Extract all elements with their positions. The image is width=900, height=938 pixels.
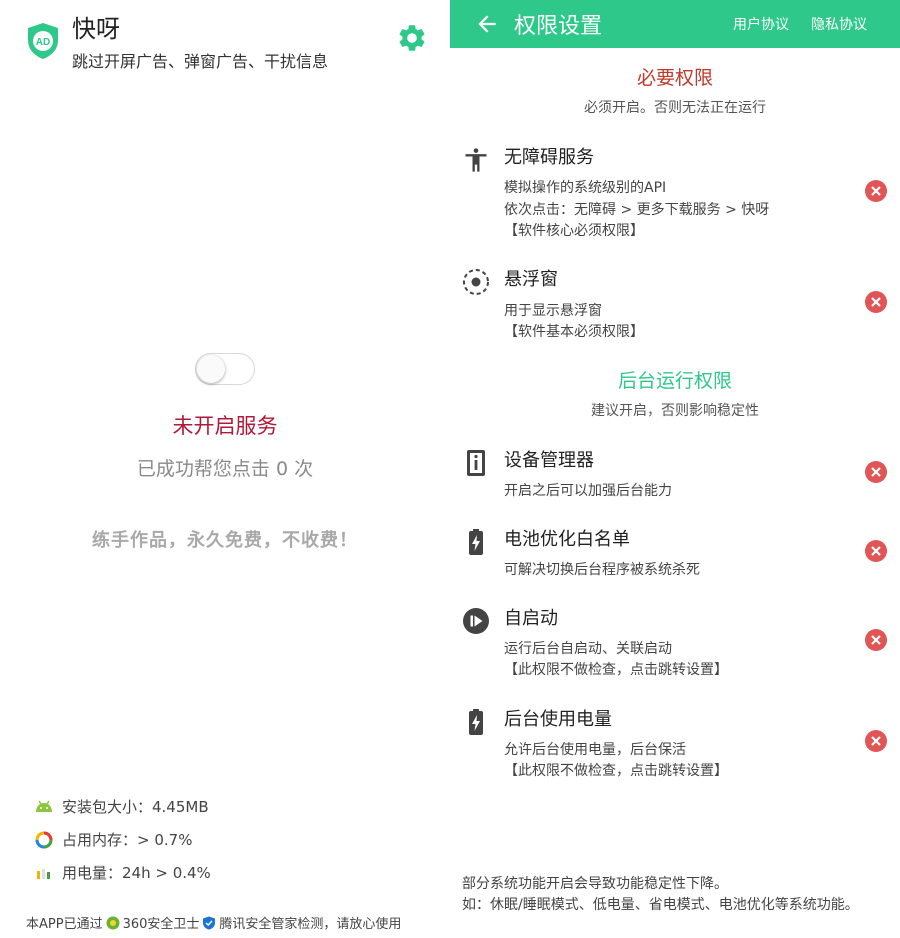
- battery-bars-icon: [37, 868, 50, 879]
- status-error-icon[interactable]: [864, 539, 888, 563]
- permission-desc: 用于显示悬浮窗: [504, 303, 602, 319]
- permission-title: 自启动: [504, 608, 558, 629]
- footer-vendor-2: 腾讯安全管家检测，请放心使用: [219, 917, 402, 932]
- status-error-icon[interactable]: [864, 179, 888, 203]
- slogan: 练手作品，永久免费，不收费！: [92, 530, 358, 551]
- required-section-subtitle: 必须开启。否则无法正在运行: [584, 100, 766, 116]
- app-stats: 安装包大小：4.45MB 占用内存：> 0.7% 用电量：24h > 0.4%: [34, 790, 211, 889]
- required-section-title: 必要权限: [636, 67, 713, 89]
- stat-text: 占用内存：> 0.7%: [62, 831, 193, 849]
- stat-text: 用电量：24h > 0.4%: [62, 864, 211, 882]
- toggle-knob: [197, 355, 225, 383]
- permission-desc: 【此权限不做检查，点击跳转设置】: [504, 763, 728, 779]
- battery-charging-icon: [469, 529, 483, 555]
- background-section-subtitle: 建议开启，否则影响稳定性: [591, 403, 759, 419]
- permission-desc: 依次点击：无障碍 > 更多下载服务 > 快呀: [504, 202, 770, 218]
- floating-window-icon: [463, 269, 489, 295]
- app-description: 跳过开屏广告、弹窗广告、干扰信息: [72, 52, 329, 71]
- memory-ring-icon: [35, 831, 53, 848]
- page-title: 权限设置: [514, 14, 603, 39]
- main-screen: AD 快呀 跳过开屏广告、弹窗广告、干扰信息 未开启服务 已成功帮您点击 0 次…: [0, 0, 450, 938]
- permission-desc: 【软件核心必须权限】: [504, 223, 644, 239]
- note-line: 如：休眠/睡眠模式、低电量、省电模式、电池优化等系统功能。: [462, 897, 859, 913]
- permission-desc: 开启之后可以加强后台能力: [504, 483, 672, 499]
- android-icon: [36, 800, 52, 812]
- 360-security-icon: [106, 916, 120, 929]
- permission-device-admin[interactable]: 设备管理器 开启之后可以加强后台能力: [450, 446, 900, 501]
- user-agreement-link[interactable]: 用户协议: [733, 14, 789, 34]
- permission-background-power[interactable]: 后台使用电量 允许后台使用电量，后台保活 【此权限不做检查，点击跳转设置】: [450, 705, 900, 780]
- permission-desc: 【此权限不做检查，点击跳转设置】: [504, 662, 728, 678]
- autostart-icon: [463, 608, 489, 634]
- permission-desc: 模拟操作的系统级别的API: [504, 180, 667, 196]
- status-error-icon[interactable]: [864, 460, 888, 484]
- stat-text: 安装包大小：4.45MB: [62, 798, 209, 816]
- stat-install-size: 安装包大小：4.45MB: [34, 790, 211, 823]
- note-line: 部分系统功能开启会导致功能稳定性下降。: [462, 876, 728, 892]
- footer-prefix: 本APP已通过: [26, 917, 103, 932]
- svg-text:AD: AD: [36, 37, 50, 48]
- click-count: 已成功帮您点击 0 次: [136, 458, 314, 480]
- permission-title: 无障碍服务: [504, 147, 594, 168]
- tencent-shield-icon: [203, 916, 216, 929]
- security-footer: 本APP已通过 360安全卫士 腾讯安全管家检测，请放心使用: [26, 913, 401, 932]
- footer-vendor-1: 360安全卫士: [122, 917, 200, 932]
- status-error-icon[interactable]: [864, 729, 888, 753]
- permission-settings-screen: 权限设置 用户协议 隐私协议 必要权限 必须开启。否则无法正在运行 无障碍服务 …: [450, 0, 900, 938]
- privacy-policy-link[interactable]: 隐私协议: [811, 14, 867, 34]
- permission-title: 电池优化白名单: [504, 529, 630, 550]
- stat-power: 用电量：24h > 0.4%: [34, 856, 211, 889]
- permission-battery-whitelist[interactable]: 电池优化白名单 可解决切换后台程序被系统杀死: [450, 525, 900, 580]
- permission-accessibility[interactable]: 无障碍服务 模拟操作的系统级别的API 依次点击：无障碍 > 更多下载服务 > …: [450, 143, 900, 243]
- permission-title: 悬浮窗: [504, 269, 558, 290]
- permission-desc: 允许后台使用电量，后台保活: [504, 742, 686, 758]
- permission-desc: 【软件基本必须权限】: [504, 324, 644, 340]
- back-arrow-icon[interactable]: [474, 11, 500, 37]
- permission-desc: 可解决切换后台程序被系统杀死: [504, 562, 700, 578]
- permission-floating-window[interactable]: 悬浮窗 用于显示悬浮窗 【软件基本必须权限】: [450, 265, 900, 340]
- battery-charging-icon: [469, 709, 483, 735]
- stat-memory: 占用内存：> 0.7%: [34, 823, 211, 856]
- permission-title: 设备管理器: [504, 450, 594, 471]
- app-name: 快呀: [72, 15, 120, 43]
- background-section-title: 后台运行权限: [617, 370, 732, 392]
- status-error-icon[interactable]: [864, 628, 888, 652]
- settings-gear-icon[interactable]: [396, 22, 428, 54]
- permission-desc: 运行后台自启动、关联启动: [504, 641, 672, 657]
- device-admin-icon: [467, 450, 485, 476]
- permission-autostart[interactable]: 自启动 运行后台自启动、关联启动 【此权限不做检查，点击跳转设置】: [450, 604, 900, 679]
- service-toggle[interactable]: [195, 353, 255, 385]
- app-logo-shield-icon: AD: [28, 23, 58, 59]
- stability-note: 部分系统功能开启会导致功能稳定性下降。 如：休眠/睡眠模式、低电量、省电模式、电…: [462, 874, 890, 916]
- accessibility-icon: [465, 148, 487, 172]
- app-bar: 权限设置 用户协议 隐私协议: [450, 0, 900, 48]
- permission-title: 后台使用电量: [504, 709, 612, 730]
- service-status: 未开启服务: [172, 414, 278, 438]
- status-error-icon[interactable]: [864, 290, 888, 314]
